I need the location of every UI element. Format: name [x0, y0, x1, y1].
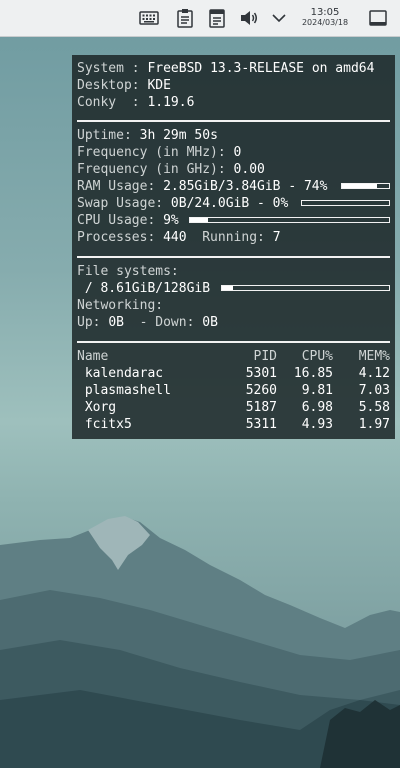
process-cpu: 4.93	[301, 417, 333, 432]
uptime-value: 3h 29m 50s	[139, 128, 218, 143]
table-header: Name PID CPU% MEM%	[77, 348, 390, 365]
ram-label: RAM Usage:	[77, 179, 164, 194]
divider	[77, 256, 390, 258]
cpu-usage-bar	[189, 217, 390, 223]
process-pid: 5260	[245, 383, 277, 398]
digital-clock[interactable]: 13:05 2024/03/18	[297, 8, 353, 28]
filesystem-root-value: / 8.61GiB/128GiB	[77, 281, 211, 296]
chevron-down-icon[interactable]	[268, 7, 290, 29]
swap-usage-bar	[301, 200, 390, 206]
freq-mhz-value: 0	[233, 145, 242, 160]
process-name: Xorg	[77, 400, 117, 415]
network-traffic-row: Up: 0B - Down: 0B	[77, 314, 218, 331]
cpu-usage-fill	[190, 218, 208, 222]
clock-date: 2024/03/18	[301, 18, 349, 27]
show-desktop-icon[interactable]	[367, 7, 389, 29]
cpu-value: 9%	[163, 213, 179, 228]
column-header-mem: MEM%	[358, 349, 390, 364]
up-value: 0B	[108, 315, 124, 330]
freq-mhz-row: Frequency (in MHz): 0	[77, 144, 241, 161]
process-cpu: 6.98	[301, 400, 333, 415]
column-header-pid: PID	[253, 349, 277, 364]
notes-icon[interactable]	[206, 7, 228, 29]
desktop-row: Desktop: KDE	[77, 77, 171, 94]
process-name: kalendarac	[77, 366, 164, 381]
table-row: plasmashell 5260 9.81 7.03	[77, 382, 390, 399]
freq-ghz-value: 0.00	[233, 162, 265, 177]
table-row: Xorg 5187 6.98 5.58	[77, 399, 390, 416]
system-label: System :	[77, 61, 148, 76]
running-value: 7	[272, 230, 281, 245]
filesystem-root-row: / 8.61GiB/128GiB	[77, 280, 210, 297]
processes-row: Processes: 440 Running: 7	[77, 229, 281, 246]
volume-icon[interactable]	[238, 7, 260, 29]
processes-value: 440	[163, 230, 187, 245]
process-cpu: 16.85	[293, 366, 333, 381]
process-mem: 1.97	[358, 417, 390, 432]
networking-label-row: Networking:	[77, 297, 163, 314]
clock-time: 13:05	[310, 7, 340, 18]
conky-label: Conky :	[77, 95, 148, 110]
top-panel: 13:05 2024/03/18	[0, 0, 400, 37]
cpu-label: CPU Usage:	[77, 213, 164, 228]
desktop-value: KDE	[147, 78, 171, 93]
networking-label: Networking:	[77, 298, 164, 313]
system-value: FreeBSD 13.3-RELEASE on amd64	[147, 61, 375, 76]
table-row: kalendarac 5301 16.85 4.12	[77, 365, 390, 382]
uptime-row: Uptime: 3h 29m 50s	[77, 127, 218, 144]
filesystem-usage-bar	[221, 285, 390, 291]
ram-usage-fill	[342, 184, 377, 188]
process-pid: 5311	[245, 417, 277, 432]
ram-row: RAM Usage: 2.85GiB/3.84GiB - 74%	[77, 178, 327, 195]
process-table: Name PID CPU% MEM% kalendarac 5301 16.85…	[77, 348, 390, 433]
process-pid: 5187	[245, 400, 277, 415]
ram-usage-bar	[341, 183, 390, 189]
freq-ghz-label: Frequency (in GHz):	[77, 162, 234, 177]
process-mem: 4.12	[358, 366, 390, 381]
conky-widget: System : FreeBSD 13.3-RELEASE on amd64 D…	[72, 55, 395, 439]
process-mem: 5.58	[358, 400, 390, 415]
uptime-label: Uptime:	[77, 128, 140, 143]
process-pid: 5301	[245, 366, 277, 381]
conky-version-row: Conky : 1.19.6	[77, 94, 194, 111]
process-cpu: 9.81	[301, 383, 333, 398]
processes-label: Processes:	[77, 230, 164, 245]
filesystems-label-row: File systems:	[77, 263, 179, 280]
swap-label: Swap Usage:	[77, 196, 171, 211]
swap-value: 0B/24.0GiB - 0%	[170, 196, 289, 211]
up-label: Up:	[77, 315, 109, 330]
column-header-cpu: CPU%	[301, 349, 333, 364]
process-name: plasmashell	[77, 383, 171, 398]
process-mem: 7.03	[358, 383, 390, 398]
running-label: Running:	[202, 230, 273, 245]
down-label: - Down:	[123, 315, 203, 330]
down-value: 0B	[202, 315, 218, 330]
desktop-label: Desktop:	[77, 78, 148, 93]
column-header-name: Name	[77, 349, 109, 364]
system-row: System : FreeBSD 13.3-RELEASE on amd64	[77, 60, 374, 77]
table-row: fcitx5 5311 4.93 1.97	[77, 416, 390, 433]
freq-ghz-row: Frequency (in GHz): 0.00	[77, 161, 265, 178]
filesystems-label: File systems:	[77, 264, 179, 279]
divider	[77, 341, 390, 343]
process-name: fcitx5	[77, 417, 132, 432]
ram-value: 2.85GiB/3.84GiB - 74%	[163, 179, 328, 194]
cpu-row: CPU Usage: 9%	[77, 212, 179, 229]
clipboard-icon[interactable]	[174, 7, 196, 29]
divider	[77, 120, 390, 122]
swap-row: Swap Usage: 0B/24.0GiB - 0%	[77, 195, 288, 212]
conky-version: 1.19.6	[147, 95, 195, 110]
freq-mhz-label: Frequency (in MHz):	[77, 145, 234, 160]
filesystem-usage-fill	[222, 286, 234, 290]
keyboard-icon[interactable]	[138, 7, 160, 29]
